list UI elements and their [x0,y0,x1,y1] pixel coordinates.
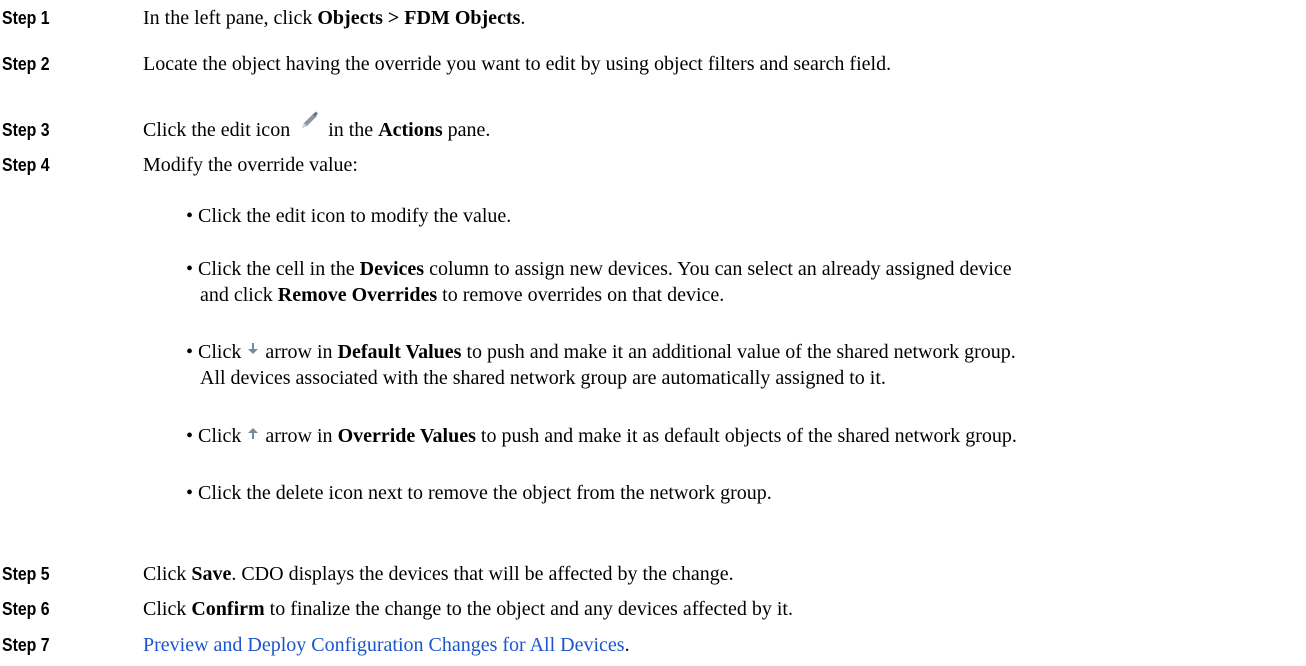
bullet-5-text: Click the delete icon next to remove the… [198,482,772,504]
step-6-label: Step 6 [2,599,50,619]
step-1-post: . [520,7,526,29]
bullet-3-line2: All devices associated with the shared n… [200,367,886,389]
step-1-text: In the left pane, click Objects > FDM Ob… [143,7,525,29]
bullet-4-post: to push and make it as default objects o… [475,425,1017,447]
preview-deploy-link[interactable]: Preview and Deploy Configuration Changes… [143,634,625,656]
bullet-2: • Click the cell in the Devices column t… [186,256,1012,308]
bullet-1: • Click the edit icon to modify the valu… [186,203,511,229]
bullet-2-pre: Click the cell in the [198,258,360,280]
step-1-label: Step 1 [2,8,50,28]
step-6-text: Click Confirm to finalize the change to … [143,598,793,620]
bullet-1-text: Click the edit icon to modify the value. [198,205,512,227]
step-5-text: Click Save. CDO displays the devices tha… [143,563,734,585]
step-4-label: Step 4 [2,155,50,175]
bullet-5: • Click the delete icon next to remove t… [186,480,772,506]
step-6-bold: Confirm [191,598,265,620]
step-7-post: . [624,634,630,656]
arrow-down-icon [246,337,260,363]
step-3-mid: in the [323,119,379,141]
step-5-pre: Click [143,563,192,585]
bullet-3-bold: Default Values [337,341,462,363]
bullet-4-mid: arrow in [260,425,338,447]
bullet-2-line2-post: to remove overrides on that device. [437,284,725,306]
arrow-up-icon [246,421,260,447]
step-5-post: . CDO displays the devices that will be … [231,563,734,585]
bullet-marker: • [186,341,194,363]
bullet-2-post: column to assign new devices. You can se… [424,258,1012,280]
bullet-2-bold: Devices [359,258,425,280]
step-1-pre: In the left pane, click [143,7,318,29]
bullet-3-mid: arrow in [260,341,338,363]
bullet-marker: • [186,258,194,280]
step-5-bold: Save [191,563,232,585]
bullet-3-pre: Click [198,341,247,363]
step-6-pre: Click [143,598,192,620]
step-6-post: to finalize the change to the object and… [264,598,793,620]
step-7-text: Preview and Deploy Configuration Changes… [143,634,630,656]
bullet-2-line2-bold: Remove Overrides [277,284,438,306]
step-3-label: Step 3 [2,120,50,140]
bullet-4-bold: Override Values [337,425,476,447]
bullet-marker: • [186,482,194,504]
pencil-edit-icon [295,107,323,140]
step-1-bold: Objects > FDM Objects [317,7,521,29]
step-3-text: Click the edit icon in the Actions pane. [143,111,491,141]
bullet-2-line2: and click Remove Overrides to remove ove… [186,282,1012,308]
step-3-pre: Click the edit icon [143,119,296,141]
step-2-label: Step 2 [2,54,50,74]
step-4-text: Modify the override value: [143,154,358,176]
bullet-marker: • [186,205,194,227]
step-3-bold: Actions [378,119,443,141]
step-3-post: pane. [442,119,491,141]
bullet-3: • Click arrow in Default Values to push … [186,339,1016,391]
bullet-2-line2-pre: and click [200,284,278,306]
bullet-3-post: to push and make it an additional value … [461,341,1016,363]
bullet-marker: • [186,425,194,447]
bullet-4: • Click arrow in Override Values to push… [186,423,1017,449]
step-7-label: Step 7 [2,635,50,655]
step-2-text: Locate the object having the override yo… [143,53,892,75]
step-5-label: Step 5 [2,564,50,584]
bullet-4-pre: Click [198,425,247,447]
